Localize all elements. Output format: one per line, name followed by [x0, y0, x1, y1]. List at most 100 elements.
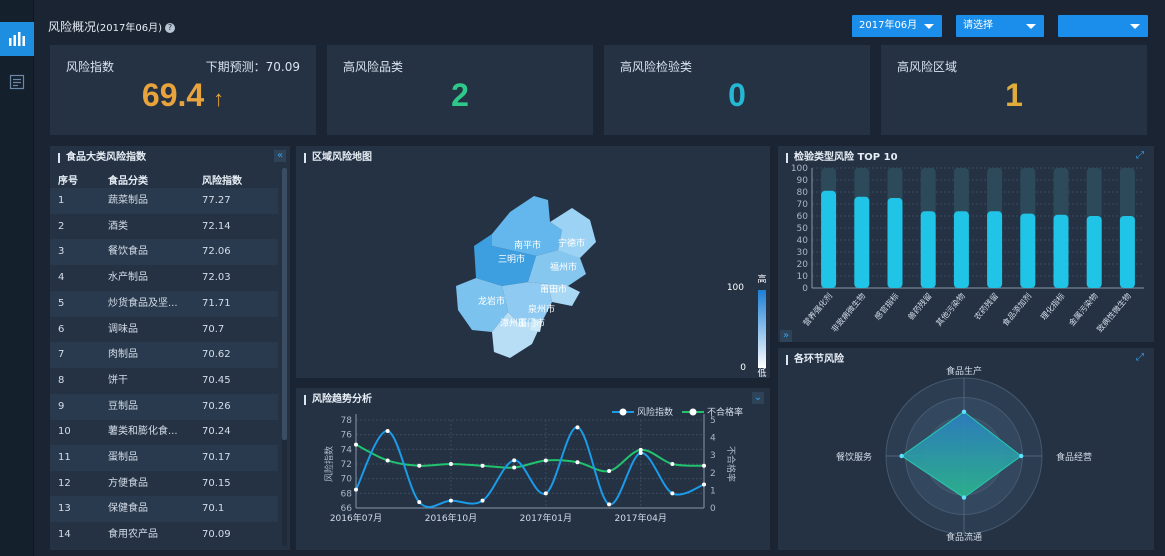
- table-cell: 70.26: [202, 400, 231, 412]
- risk-trend-panel: 风险趋势分析 ⌄ 66 68 70 72 74 76 78 0 1 2 3 4 5 2016年07月 201…: [296, 388, 770, 550]
- bar[interactable]: [1053, 214, 1069, 288]
- table-row[interactable]: 6 调味品 70.7: [50, 317, 278, 343]
- x-tick-label: 2017年01月: [520, 512, 572, 524]
- kpi-value: 1: [1005, 77, 1023, 113]
- legend-label[interactable]: 不合格率: [707, 406, 743, 418]
- table-cell: 13: [58, 503, 71, 515]
- collapse-left-icon[interactable]: «: [274, 150, 286, 162]
- data-point[interactable]: [480, 498, 485, 503]
- data-point[interactable]: [607, 502, 612, 507]
- data-point[interactable]: [385, 458, 390, 463]
- data-point[interactable]: [417, 463, 422, 468]
- data-point[interactable]: [670, 491, 675, 496]
- x-tick-label: 2017年04月: [615, 512, 667, 524]
- data-point[interactable]: [354, 442, 358, 447]
- bar[interactable]: [854, 196, 870, 288]
- table-cell: 70.15: [202, 477, 231, 489]
- y2-tick-label: 0: [710, 504, 716, 514]
- data-point[interactable]: [480, 463, 485, 468]
- table-cell: 调味品: [108, 323, 138, 335]
- x-tick-label: 理化指标: [1038, 291, 1066, 322]
- bar[interactable]: [1020, 213, 1036, 288]
- table-row[interactable]: 10 薯类和膨化食... 70.24: [50, 419, 278, 445]
- bar[interactable]: [987, 211, 1003, 288]
- data-point[interactable]: [575, 425, 580, 430]
- category-select[interactable]: 请选择: [956, 15, 1044, 37]
- table-row[interactable]: 11 蛋制品 70.17: [50, 445, 278, 471]
- data-point[interactable]: [512, 458, 517, 463]
- table-row[interactable]: 3 餐饮食品 72.06: [50, 239, 278, 266]
- data-point[interactable]: [575, 460, 580, 465]
- data-point[interactable]: [702, 482, 706, 487]
- table-row[interactable]: 1 蔬菜制品 77.27: [50, 188, 278, 214]
- data-point[interactable]: [638, 447, 643, 452]
- data-point[interactable]: [448, 462, 453, 466]
- kpi-value-number: 69.4: [141, 77, 205, 113]
- series-line-rate[interactable]: [355, 443, 705, 473]
- arrow-up-icon: ↑: [213, 86, 225, 111]
- page-title: 风险概况(2017年06月)?: [48, 18, 175, 35]
- series-line-risk[interactable]: [355, 426, 705, 508]
- data-point[interactable]: [417, 500, 422, 505]
- y-tick-label: 60: [797, 212, 809, 222]
- dashboard-nav-button[interactable]: [0, 22, 34, 56]
- data-point[interactable]: [448, 498, 453, 503]
- help-icon[interactable]: ?: [165, 23, 175, 33]
- radar-point[interactable]: [899, 453, 904, 459]
- table-cell: 3: [58, 246, 65, 258]
- report-nav-button[interactable]: [0, 65, 34, 99]
- table-row[interactable]: 4 水产制品 72.03: [50, 265, 278, 291]
- table-row[interactable]: 13 保健食品 70.1: [50, 496, 278, 523]
- y-tick-label: 30: [797, 248, 809, 258]
- left-nav-rail: [0, 0, 34, 556]
- region-map-panel: 区域风险地图 南平市 宁德市 三明市 福州市 莆田市 龙岩市 泉州市 漳州市 厦…: [296, 146, 770, 378]
- data-point[interactable]: [607, 469, 612, 474]
- scrollbar-thumb[interactable]: [282, 168, 287, 440]
- map-legend-high: 高: [757, 273, 766, 285]
- food-risk-table-panel: 食品大类风险指数 « 序号 食品分类 风险指数 1 蔬菜制品 77.27 2 酒类 72.…: [50, 146, 290, 550]
- radar-point[interactable]: [961, 495, 967, 500]
- radar-point[interactable]: [1019, 453, 1024, 459]
- radar-point[interactable]: [961, 409, 967, 414]
- risk-trend-chart: 666870727476780123452016年07月 2016年10月 2017…: [323, 406, 743, 524]
- data-point[interactable]: [543, 491, 548, 496]
- bar[interactable]: [821, 190, 837, 288]
- data-point[interactable]: [512, 465, 517, 470]
- bar[interactable]: [953, 211, 969, 288]
- table-cell: 14: [58, 529, 71, 541]
- month-select[interactable]: 2017年06月: [852, 15, 942, 37]
- column-header: 序号: [58, 176, 78, 187]
- table-row[interactable]: 12 方便食品 70.15: [50, 471, 278, 497]
- table-cell: 71.71: [202, 297, 231, 309]
- data-point[interactable]: [702, 463, 706, 468]
- table-row[interactable]: 8 饼干 70.45: [50, 368, 278, 394]
- table-row[interactable]: 5 炒货食品及坚... 71.71: [50, 290, 278, 317]
- map-label-sanming: 三明市: [498, 253, 525, 265]
- table-cell: 70.45: [202, 374, 231, 386]
- legend-label[interactable]: 风险指数: [637, 406, 673, 418]
- legend-swatch: [689, 408, 697, 416]
- x-tick-label: 致病性微生物: [1094, 291, 1133, 334]
- bar[interactable]: [920, 211, 936, 288]
- table-cell: 70.17: [202, 452, 231, 463]
- double-chevron-right-icon[interactable]: »: [780, 330, 792, 342]
- region-select[interactable]: [1058, 15, 1148, 37]
- data-point[interactable]: [354, 487, 358, 492]
- bar[interactable]: [1086, 216, 1102, 288]
- table-row[interactable]: 2 酒类 72.14: [50, 214, 278, 240]
- data-point[interactable]: [670, 462, 675, 466]
- table-row[interactable]: 7 肉制品 70.62: [50, 342, 278, 369]
- bar[interactable]: [1119, 216, 1135, 288]
- document-icon: [9, 74, 25, 90]
- table-row[interactable]: 9 豆制品 70.26: [50, 393, 278, 420]
- table-cell: 食用农产品: [108, 529, 158, 541]
- data-point[interactable]: [543, 458, 548, 463]
- table-row[interactable]: 14 食用农产品 70.09: [50, 522, 278, 548]
- data-point[interactable]: [385, 429, 390, 433]
- column-header: 食品分类: [108, 176, 148, 187]
- table-cell: 72.03: [202, 272, 231, 284]
- y-tick-label: 100: [791, 164, 808, 174]
- map-legend-bar[interactable]: [758, 290, 766, 368]
- top-bar: 风险概况(2017年06月)? 2017年06月 请选择: [48, 12, 1149, 42]
- bar[interactable]: [887, 198, 903, 288]
